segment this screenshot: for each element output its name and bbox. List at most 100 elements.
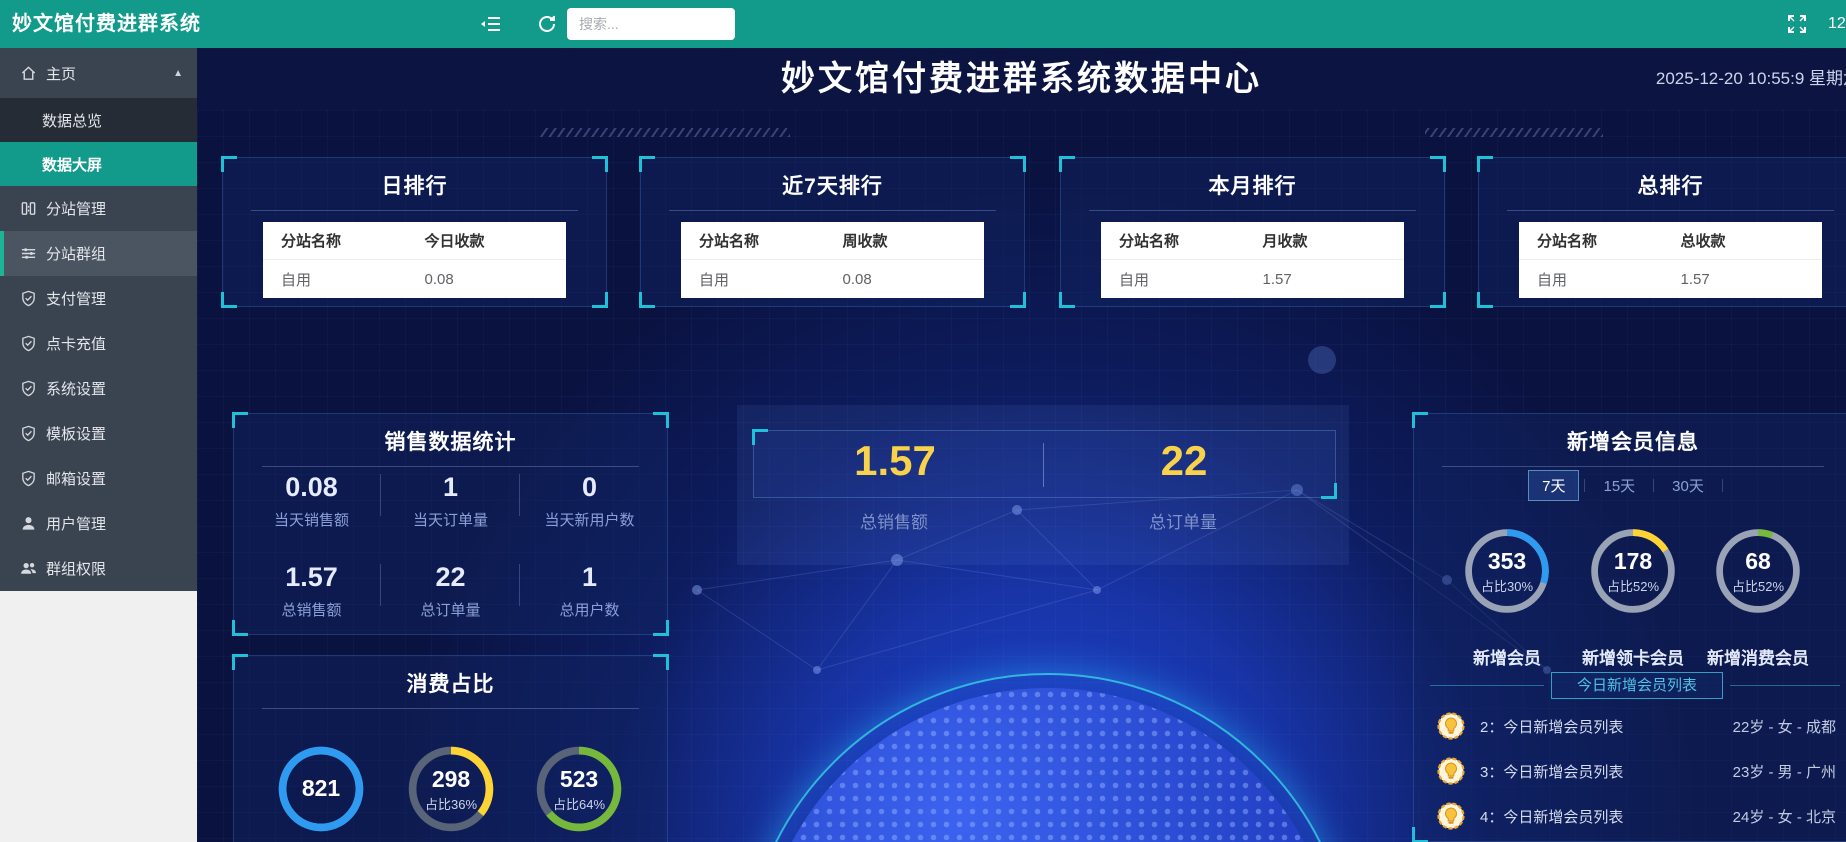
menu-toggle-icon[interactable] bbox=[480, 13, 502, 35]
divider bbox=[1507, 210, 1834, 211]
home-icon bbox=[20, 65, 37, 82]
sidebar-item-email-settings[interactable]: 邮箱设置 bbox=[0, 456, 197, 501]
member-info: 24岁 - 女 - 北京 bbox=[1733, 806, 1836, 827]
donut-label: 新增会员 bbox=[1473, 644, 1541, 669]
topbar-username[interactable]: 123 bbox=[1828, 0, 1846, 48]
sidebar-item-label: 数据总览 bbox=[42, 110, 102, 131]
table-row: 自用 1.57 bbox=[1101, 260, 1404, 298]
sidebar-item-payment-mgmt[interactable]: 支付管理 bbox=[0, 276, 197, 321]
shield-check-icon bbox=[20, 290, 37, 307]
donut-value: 821 bbox=[302, 775, 340, 802]
panel-title: 新增会员信息 bbox=[1414, 414, 1846, 456]
corner-decoration bbox=[1430, 292, 1446, 308]
stat-label: 总用户数 bbox=[520, 599, 659, 620]
sidebar-item-label: 系统设置 bbox=[46, 378, 106, 399]
bulb-icon bbox=[1436, 756, 1466, 786]
tab-7-days[interactable]: 7天 bbox=[1528, 470, 1579, 501]
total-orders-value: 22 bbox=[1161, 437, 1208, 485]
stat-today-sales: 0.08 当天销售额 bbox=[242, 468, 381, 534]
cell-site-name: 自用 bbox=[263, 269, 415, 290]
sidebar-item-label: 群组权限 bbox=[46, 558, 106, 579]
column-header: 总收款 bbox=[1671, 230, 1823, 251]
sidebar-item-substation-mgmt[interactable]: 分站管理 bbox=[0, 186, 197, 231]
cell-amount: 1.57 bbox=[1253, 271, 1405, 288]
corner-decoration bbox=[1477, 292, 1493, 308]
app-title: 妙文馆付费进群系统 bbox=[12, 0, 201, 48]
divider bbox=[1089, 210, 1416, 211]
panel-consumption: 消费占比 821 298占比36% 523占比64% bbox=[233, 655, 668, 842]
stat-value: 0.08 bbox=[242, 472, 381, 503]
card-title: 总排行 bbox=[1479, 158, 1846, 200]
panel-sales-stats: 销售数据统计 0.08 当天销售额 1 当天订单量 0 当天新用户数 1.57 … bbox=[233, 413, 668, 635]
total-orders-label: 总订单量 bbox=[1149, 508, 1217, 533]
shield-check-icon bbox=[20, 335, 37, 352]
sidebar-item-template-settings[interactable]: 模板设置 bbox=[0, 411, 197, 456]
dashboard-datetime: 2025-12-20 10:55:9 星期六 bbox=[1656, 48, 1846, 110]
app-screen: 妙文馆付费进群系统 123 主页 ▲ 数据总览 数据大屏 bbox=[0, 0, 1846, 842]
member-name: 4：今日新增会员列表 bbox=[1480, 806, 1623, 827]
divider bbox=[1653, 479, 1654, 492]
divider bbox=[251, 210, 578, 211]
refresh-icon[interactable] bbox=[536, 13, 558, 35]
period-tabs: 7天 15天 30天 bbox=[1414, 470, 1842, 501]
corner-decoration bbox=[1412, 827, 1428, 842]
sidebar-item-system-settings[interactable]: 系统设置 bbox=[0, 366, 197, 411]
stat-value: 22 bbox=[381, 562, 520, 593]
cell-site-name: 自用 bbox=[681, 269, 833, 290]
sidebar-item-data-overview[interactable]: 数据总览 bbox=[0, 98, 197, 142]
sidebar-item-user-mgmt[interactable]: 用户管理 bbox=[0, 501, 197, 546]
card-total-ranking: 总排行 分站名称 总收款 自用 1.57 bbox=[1478, 157, 1846, 307]
today-members-list-button[interactable]: 今日新增会员列表 bbox=[1551, 672, 1723, 699]
sidebar: 主页 ▲ 数据总览 数据大屏 分站管理 分站群组 支付管理 bbox=[0, 48, 197, 591]
sidebar-item-data-screen[interactable]: 数据大屏 bbox=[0, 142, 197, 186]
hatch-decoration bbox=[1425, 128, 1603, 137]
divider bbox=[1722, 479, 1723, 492]
member-info: 22岁 - 女 - 成都 bbox=[1733, 716, 1836, 737]
donut-sub: 占比52% bbox=[1732, 576, 1784, 595]
divider bbox=[1730, 685, 1840, 686]
donut-value: 178 bbox=[1614, 548, 1652, 575]
corner-decoration bbox=[592, 292, 608, 308]
total-sales-value: 1.57 bbox=[854, 437, 936, 485]
card-title: 近7天排行 bbox=[641, 158, 1024, 200]
donut-chart: 178占比52% bbox=[1585, 523, 1681, 619]
stat-label: 当天销售额 bbox=[242, 509, 381, 530]
donut-value: 523 bbox=[560, 766, 598, 793]
total-sales-label: 总销售额 bbox=[860, 508, 928, 533]
member-name: 2：今日新增会员列表 bbox=[1480, 716, 1623, 737]
stat-label: 当天订单量 bbox=[381, 509, 520, 530]
search-input[interactable] bbox=[567, 8, 735, 40]
sidebar-item-card-recharge[interactable]: 点卡充值 bbox=[0, 321, 197, 366]
panel-title: 销售数据统计 bbox=[234, 414, 667, 456]
cell-site-name: 自用 bbox=[1519, 269, 1671, 290]
stat-label: 总销售额 bbox=[242, 599, 381, 620]
users-icon bbox=[20, 560, 37, 577]
sidebar-item-label: 邮箱设置 bbox=[46, 468, 106, 489]
ranking-table: 分站名称 今日收款 自用 0.08 bbox=[263, 222, 566, 298]
bulb-icon bbox=[1436, 801, 1466, 831]
cell-amount: 1.57 bbox=[1671, 271, 1823, 288]
corner-decoration bbox=[752, 429, 768, 445]
sidebar-item-home[interactable]: 主页 ▲ bbox=[0, 48, 197, 98]
corner-decoration bbox=[1321, 483, 1337, 499]
fullscreen-icon[interactable] bbox=[1786, 13, 1808, 35]
corner-decoration bbox=[221, 292, 237, 308]
table-header: 分站名称 月收款 bbox=[1101, 222, 1404, 260]
sidebar-item-substation-groups[interactable]: 分站群组 bbox=[0, 231, 197, 276]
stat-label: 当天新用户数 bbox=[520, 509, 659, 530]
member-name: 3：今日新增会员列表 bbox=[1480, 761, 1623, 782]
donut-chart: 821 bbox=[273, 741, 369, 837]
stat-value: 1 bbox=[381, 472, 520, 503]
tab-30-days[interactable]: 30天 bbox=[1659, 471, 1717, 500]
sidebar-item-group-permissions[interactable]: 群组权限 bbox=[0, 546, 197, 591]
donut-chart: 68占比52% bbox=[1710, 523, 1806, 619]
stats-grid: 0.08 当天销售额 1 当天订单量 0 当天新用户数 1.57 总销售额 22 bbox=[242, 468, 659, 624]
topbar: 妙文馆付费进群系统 123 bbox=[0, 0, 1846, 48]
cell-amount: 0.08 bbox=[833, 271, 985, 288]
tab-15-days[interactable]: 15天 bbox=[1590, 471, 1648, 500]
sidebar-item-label: 分站群组 bbox=[46, 243, 106, 264]
sidebar-item-label: 主页 bbox=[46, 63, 76, 84]
sidebar-item-label: 点卡充值 bbox=[46, 333, 106, 354]
card-week-ranking: 近7天排行 分站名称 周收款 自用 0.08 bbox=[640, 157, 1025, 307]
donut-chart: 353占比30% bbox=[1459, 523, 1555, 619]
